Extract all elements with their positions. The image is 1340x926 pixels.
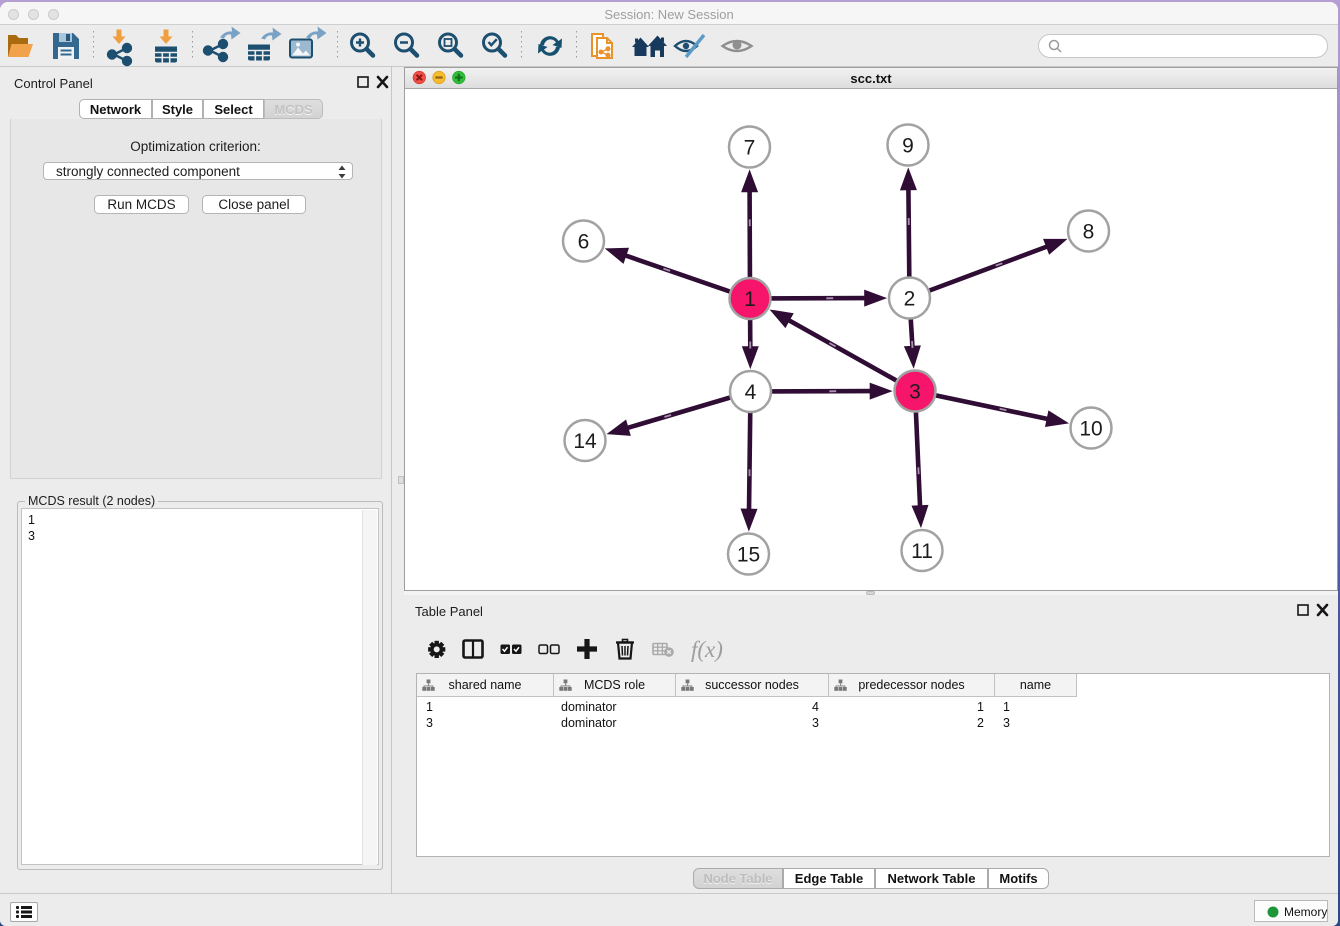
svg-text:6: 6 (578, 230, 590, 253)
svg-text:15: 15 (737, 543, 760, 566)
svg-text:4: 4 (745, 381, 757, 404)
svg-text:f(x): f(x) (691, 637, 723, 662)
svg-text:14: 14 (573, 430, 597, 453)
svg-text:2: 2 (904, 287, 916, 310)
svg-text:9: 9 (902, 134, 914, 157)
svg-text:1: 1 (744, 288, 756, 311)
svg-text:3: 3 (909, 380, 921, 403)
svg-text:11: 11 (911, 540, 933, 563)
svg-text:10: 10 (1079, 417, 1102, 440)
svg-text:7: 7 (744, 136, 756, 159)
svg-text:8: 8 (1083, 220, 1095, 243)
